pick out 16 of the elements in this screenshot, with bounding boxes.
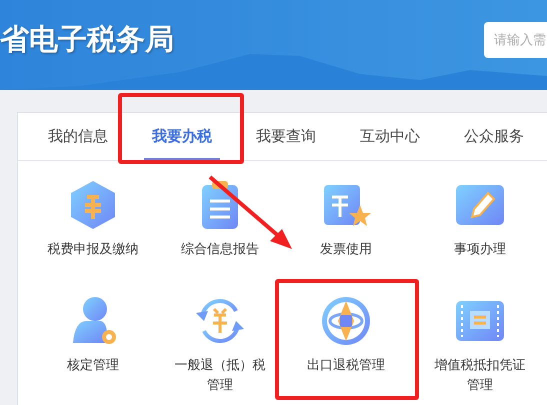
tab[interactable]: 我要查询 — [248, 113, 324, 160]
service-label[interactable]: 核定管理 — [43, 356, 143, 376]
service-label[interactable]: 一般退（抵）税管理 — [170, 356, 270, 396]
service-label[interactable]: 税费申报及缴纳 — [43, 240, 143, 260]
tab[interactable]: 我要办税 — [144, 113, 220, 160]
service-label[interactable]: 发票使用 — [296, 240, 396, 260]
tab[interactable]: 公众服务 — [456, 113, 532, 160]
tab[interactable]: 互动中心 — [352, 113, 428, 160]
service-label[interactable]: 事项办理 — [430, 240, 530, 260]
globe-icon[interactable] — [320, 295, 372, 347]
service-label[interactable]: 综合信息报告 — [170, 240, 270, 260]
service-label[interactable]: 出口退税管理 — [296, 356, 396, 376]
tab[interactable]: 我的信息 — [40, 113, 116, 160]
search-field[interactable]: 请输入需 — [484, 22, 547, 58]
site-title: 省电子税务局 — [0, 21, 174, 58]
service-label[interactable]: 增值税抵扣凭证管理 — [430, 356, 530, 396]
